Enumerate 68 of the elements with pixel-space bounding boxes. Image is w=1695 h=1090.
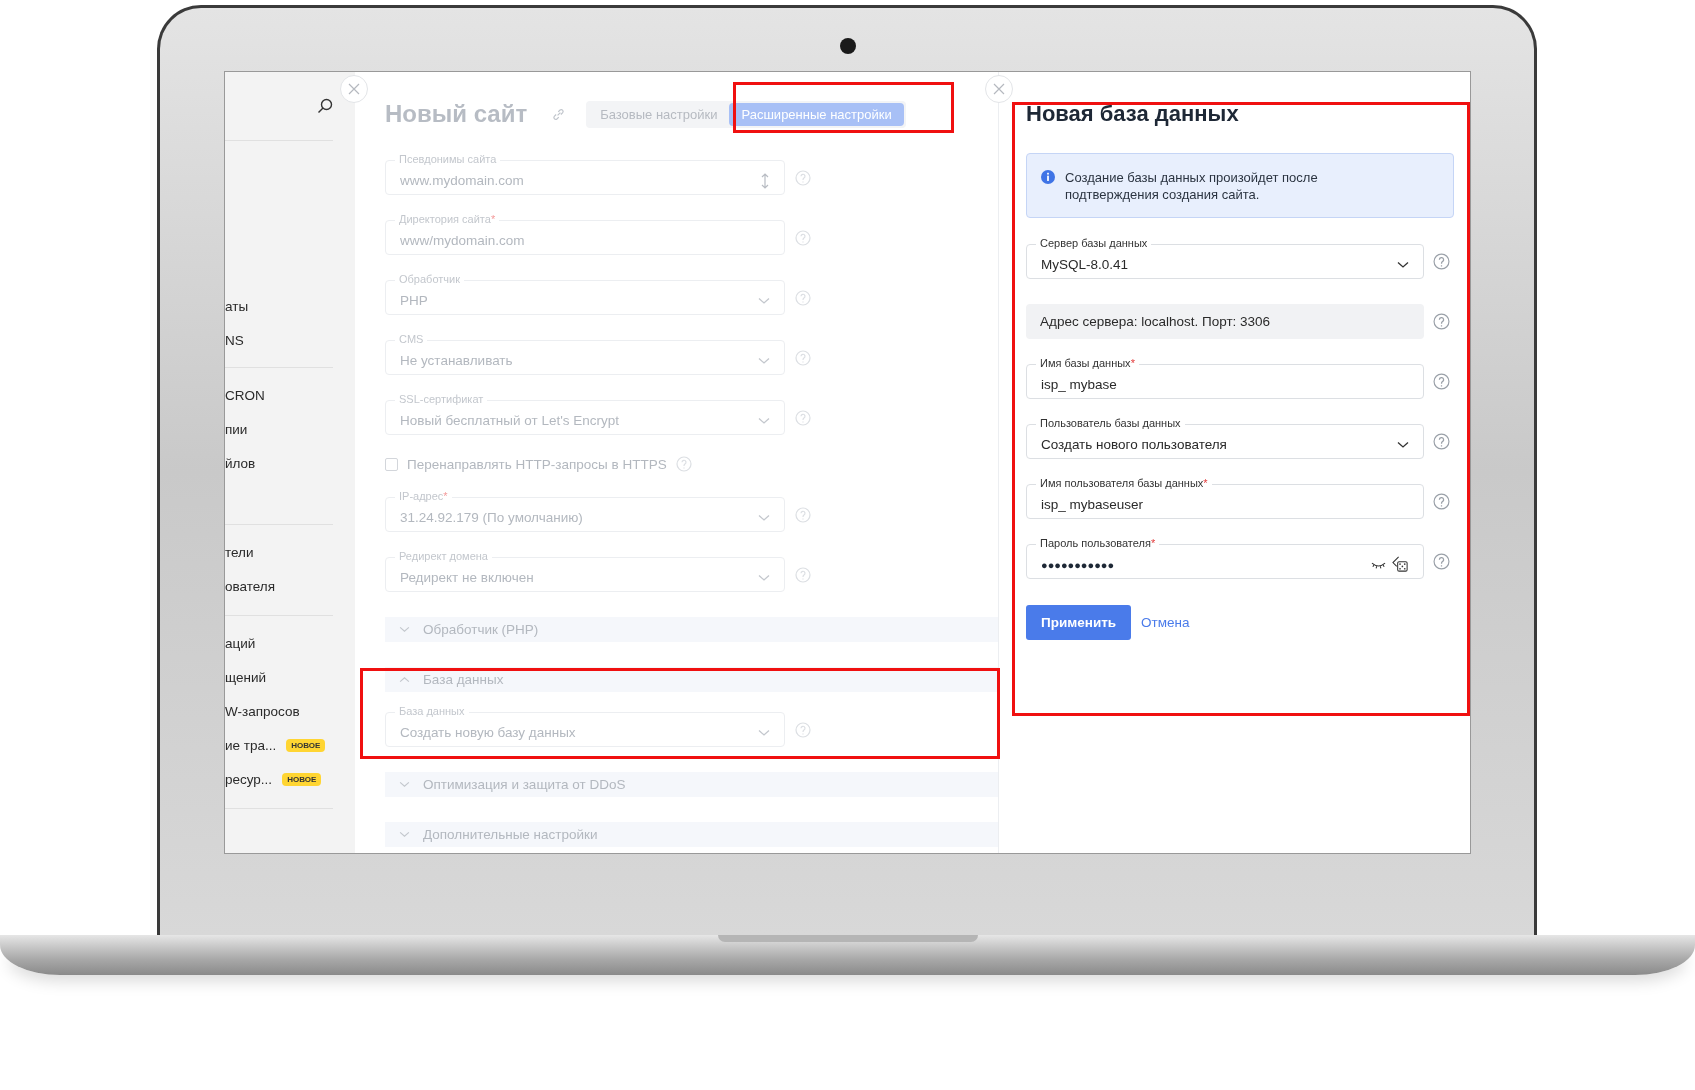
- cancel-link[interactable]: Отмена: [1141, 615, 1190, 630]
- field-label: Сервер базы данных: [1036, 237, 1152, 250]
- field-label: Имя базы данных*: [1036, 357, 1139, 370]
- input-field[interactable]: Имя пользователя базы данных* isp_ mybaseuser: [1026, 477, 1424, 519]
- password-field[interactable]: Пароль пользователя* ●●●●●●●●●●●: [1026, 537, 1424, 579]
- chevron-down-icon: [758, 296, 770, 305]
- new-badge: НОВОЕ: [286, 738, 326, 752]
- field-label: База данных: [395, 705, 469, 718]
- field-label: Редирект домена: [395, 550, 492, 563]
- field-label: Директория сайта*: [395, 213, 500, 226]
- sidebar-item[interactable]: пии: [225, 421, 248, 437]
- checkbox[interactable]: [385, 457, 398, 471]
- select-field[interactable]: Сервер базы данных MySQL-8.0.41: [1026, 237, 1424, 279]
- field-label: Имя пользователя базы данных*: [1036, 477, 1212, 490]
- sidebar-item[interactable]: аций: [225, 635, 256, 651]
- checkbox-label: Перенаправлять HTTP-запросы в HTTPS: [407, 456, 667, 472]
- new-badge: НОВОЕ: [282, 772, 322, 786]
- page-title: Новый сайт: [385, 100, 528, 128]
- up-down-arrow-icon: [760, 172, 770, 189]
- chevron-down-icon: [758, 573, 770, 582]
- chevron-down-icon: [1397, 260, 1409, 269]
- field-label: Пользователь базы данных: [1036, 417, 1185, 430]
- notice-text: Создание базы данных произойдет после подтверждения создания сайта.: [1065, 169, 1319, 203]
- panel-title: Новая база данных: [1026, 100, 1240, 128]
- field-label: Псевдонимы сайта: [395, 153, 501, 166]
- server-address-text: Адрес сервера: localhost. Порт: 3306: [1026, 304, 1424, 339]
- chevron-down-icon: [1397, 440, 1409, 449]
- webcam-icon: [839, 38, 856, 54]
- field-label: Пароль пользователя*: [1036, 537, 1160, 550]
- chevron-down-icon: [399, 781, 410, 788]
- sidebar-item[interactable]: W-запросов: [225, 703, 300, 719]
- search-icon[interactable]: [317, 98, 333, 114]
- chevron-down-icon: [758, 513, 770, 522]
- sidebar-item[interactable]: ресур...: [225, 771, 273, 787]
- field-label: CMS: [395, 333, 428, 346]
- sidebar-item[interactable]: щений: [225, 669, 266, 685]
- help-icon[interactable]: [1433, 253, 1450, 270]
- sidebar-item[interactable]: тели: [225, 544, 254, 560]
- input-field[interactable]: Имя базы данных* isp_ mybase: [1026, 357, 1424, 399]
- chevron-down-icon: [399, 831, 410, 838]
- sidebar-item[interactable]: йлов: [225, 455, 256, 471]
- field-label: IP-адрес*: [395, 490, 452, 503]
- link-icon[interactable]: [551, 106, 567, 122]
- sidebar-item[interactable]: NS: [225, 332, 244, 348]
- help-icon[interactable]: [1433, 493, 1450, 510]
- help-icon[interactable]: [1433, 373, 1450, 390]
- apply-button[interactable]: Применить: [1026, 605, 1132, 640]
- sidebar-item[interactable]: ие тра...: [225, 737, 277, 753]
- close-icon: [348, 83, 360, 95]
- chevron-down-icon: [758, 416, 770, 425]
- chevron-down-icon: [758, 356, 770, 365]
- field-label: Обработчик: [395, 273, 464, 286]
- help-icon[interactable]: [1433, 433, 1450, 450]
- help-icon[interactable]: [1433, 553, 1450, 570]
- sidebar-item[interactable]: аты: [225, 298, 249, 314]
- info-icon: [1041, 170, 1055, 184]
- chevron-down-icon: [399, 626, 410, 633]
- dice-icon[interactable]: [1392, 556, 1409, 573]
- chevron-up-icon: [399, 676, 410, 683]
- field-label: SSL-сертификат: [395, 393, 488, 406]
- chevron-down-icon: [758, 728, 770, 737]
- help-icon[interactable]: [1433, 313, 1450, 330]
- sidebar-item[interactable]: ователя: [225, 578, 276, 594]
- select-field[interactable]: Пользователь базы данных Создать нового пользователя: [1026, 417, 1424, 459]
- sidebar-item[interactable]: CRON: [225, 387, 265, 403]
- eye-closed-icon[interactable]: [1371, 560, 1386, 569]
- close-icon: [993, 83, 1005, 95]
- close-button[interactable]: [985, 75, 1013, 103]
